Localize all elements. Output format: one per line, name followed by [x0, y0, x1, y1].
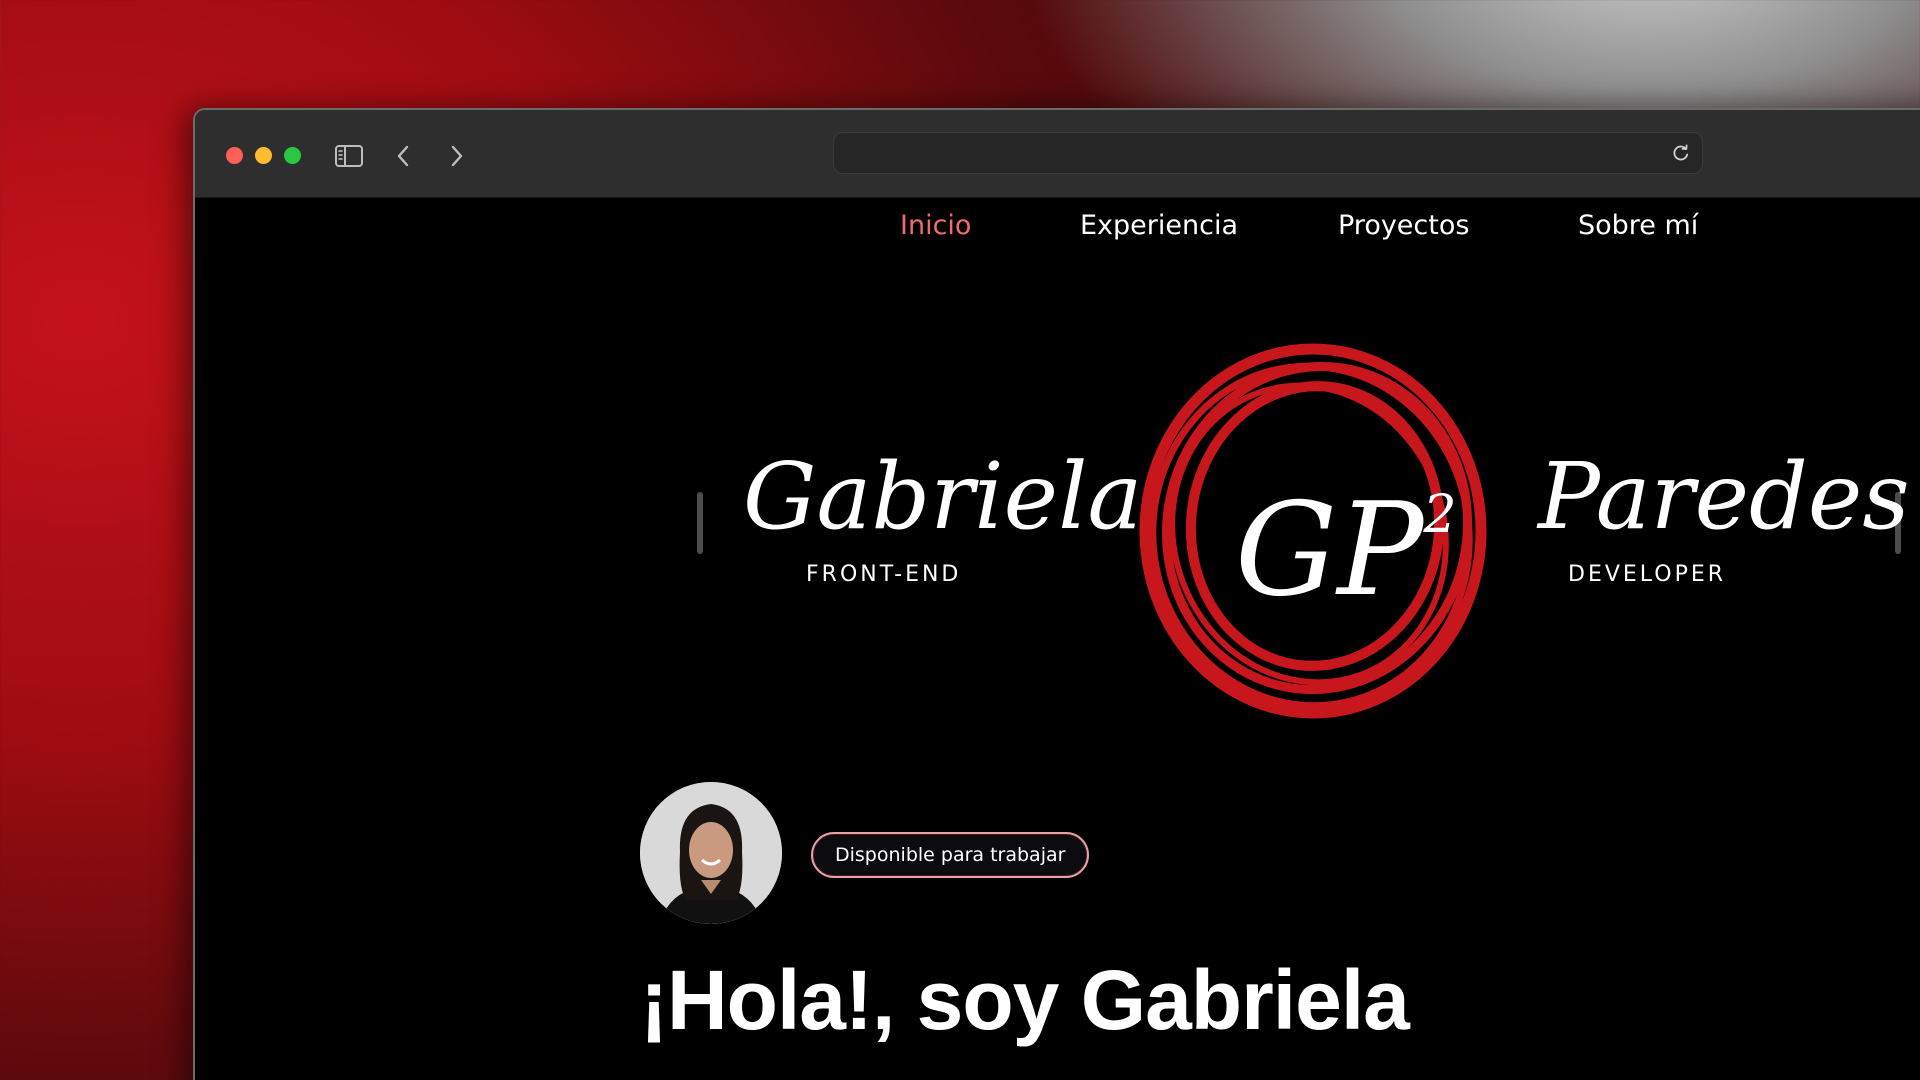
hero-title: ¡Hola!, soy Gabriela	[640, 953, 1410, 1047]
logo-first-name: Gabriela	[743, 443, 1143, 550]
sidebar-icon[interactable]	[331, 138, 367, 174]
nav-item-sobre-mi[interactable]: Sobre mí	[1578, 210, 1698, 241]
carousel-right-edge	[1895, 492, 1901, 554]
nav-item-inicio[interactable]: Inicio	[900, 210, 971, 241]
close-window-button[interactable]	[226, 147, 243, 164]
browser-window: Inicio Experiencia Proyectos Sobre mí Ga…	[193, 108, 1920, 1080]
status-badge: Disponible para trabajar	[811, 832, 1090, 878]
logo-role-developer: DEVELOPER	[1568, 562, 1727, 587]
reload-icon[interactable]	[1670, 142, 1692, 164]
maximize-window-button[interactable]	[284, 147, 301, 164]
logo-monogram-letters: GP	[1235, 476, 1424, 625]
logo-last-name: Paredes	[1538, 443, 1910, 550]
window-controls	[226, 147, 301, 164]
avatar	[640, 782, 782, 924]
minimize-window-button[interactable]	[255, 147, 272, 164]
chevron-left-icon[interactable]	[385, 138, 421, 174]
nav-item-experiencia[interactable]: Experiencia	[1080, 210, 1238, 241]
logo-red-circle-icon	[1139, 343, 1487, 719]
logo-monogram-superscript: 2	[1423, 485, 1457, 546]
profile-photo	[640, 782, 782, 924]
nav-item-proyectos[interactable]: Proyectos	[1338, 210, 1469, 241]
address-bar[interactable]	[833, 132, 1703, 174]
carousel-left-edge	[697, 492, 703, 554]
brand-logo: Gabriela FRONT-END GP2 Paredes DEVELOPER	[195, 110, 1920, 1080]
chevron-right-icon[interactable]	[439, 138, 475, 174]
browser-toolbar	[195, 110, 1920, 198]
logo-monogram: GP2	[1235, 476, 1456, 625]
logo-role-front-end: FRONT-END	[806, 562, 962, 587]
